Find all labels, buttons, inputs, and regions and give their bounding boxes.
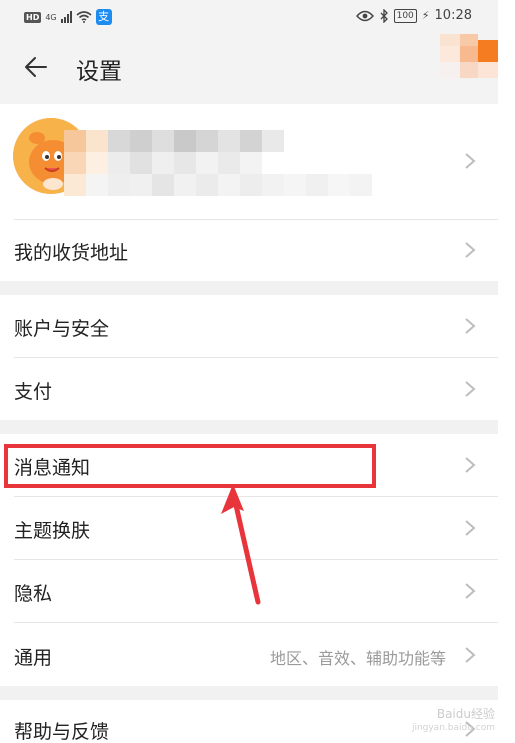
settings-item-notifications[interactable]: 消息通知 — [0, 434, 498, 496]
bluetooth-icon — [380, 8, 388, 23]
arrow-left-icon[interactable] — [22, 54, 48, 80]
chevron-right-icon — [465, 520, 476, 536]
watermark-brand: Baidu经验 — [436, 707, 495, 721]
chevron-right-icon — [465, 318, 476, 334]
network-type: 4G — [45, 12, 57, 22]
chevron-right-icon — [465, 242, 476, 258]
settings-item-payment[interactable]: 支付 — [0, 358, 498, 420]
settings-item-label: 帮助与反馈 — [14, 721, 110, 743]
status-left: HD 4G 支 — [24, 8, 112, 26]
hd-badge: HD — [24, 11, 42, 23]
settings-item-account-security[interactable]: 账户与安全 — [0, 295, 498, 357]
eye-icon — [355, 10, 374, 21]
settings-item-general[interactable]: 通用 地区、音效、辅助功能等 — [0, 623, 498, 686]
section-address: 我的收货地址 — [0, 219, 498, 281]
settings-item-label: 账户与安全 — [14, 318, 110, 340]
chevron-right-icon — [465, 153, 476, 169]
profile-row[interactable] — [0, 104, 498, 219]
app-header: 设置 — [0, 34, 498, 104]
settings-screen: HD 4G 支 100 ⚡ 10:28 设置 我的收货地址 账户与安全 支付 消… — [0, 0, 498, 743]
wifi-icon — [76, 11, 92, 23]
chevron-right-icon — [465, 457, 476, 473]
section-preferences: 消息通知 主题换肤 隐私 通用 地区、音效、辅助功能等 — [0, 434, 498, 686]
settings-item-label: 支付 — [14, 381, 53, 403]
settings-item-label: 通用 — [14, 647, 53, 669]
chevron-right-icon — [465, 647, 476, 663]
section-account: 账户与安全 支付 — [0, 295, 498, 420]
watermark-url: jingyan.baidu.com — [411, 723, 495, 733]
status-time: 10:28 — [434, 8, 472, 23]
alipay-icon: 支 — [95, 9, 112, 25]
chevron-right-icon — [465, 381, 476, 397]
settings-item-privacy[interactable]: 隐私 — [0, 560, 498, 622]
status-right: 100 ⚡ 10:28 — [355, 8, 472, 23]
watermark: Baidu经验 jingyan.baidu.com — [412, 707, 495, 735]
status-bar: HD 4G 支 100 ⚡ 10:28 — [0, 0, 498, 34]
battery-icon: 100 — [393, 8, 417, 23]
settings-item-label: 我的收货地址 — [14, 242, 129, 264]
mosaic-overlay — [440, 34, 498, 104]
settings-item-hint: 地区、音效、辅助功能等 — [269, 649, 446, 668]
settings-item-theme[interactable]: 主题换肤 — [0, 497, 498, 559]
chevron-right-icon — [465, 583, 476, 599]
charging-icon: ⚡ — [421, 9, 430, 22]
settings-item-address[interactable]: 我的收货地址 — [0, 219, 498, 281]
page-title: 设置 — [76, 59, 122, 85]
settings-item-label: 主题换肤 — [14, 520, 91, 542]
signal-icon — [60, 11, 72, 23]
settings-item-label: 隐私 — [14, 583, 53, 605]
settings-item-label: 消息通知 — [14, 457, 91, 479]
